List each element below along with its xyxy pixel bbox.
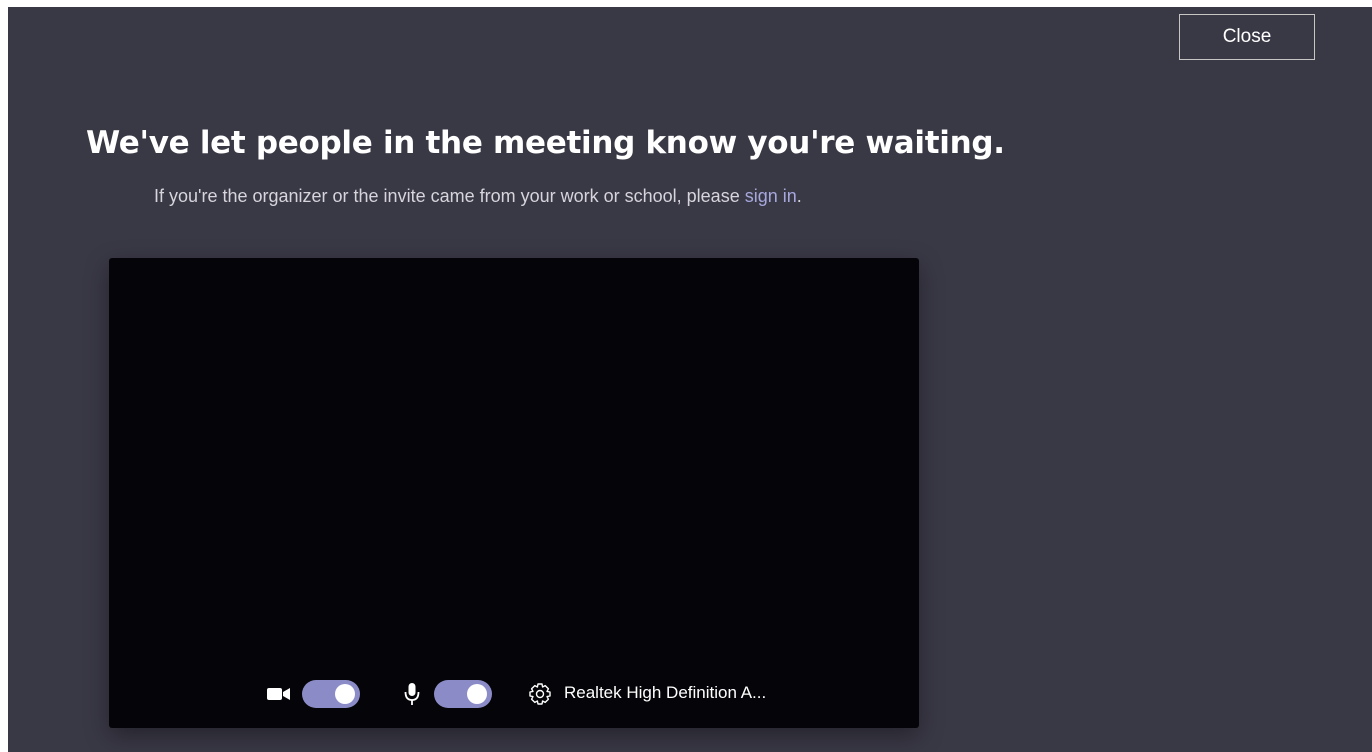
microphone-toggle-knob [467,684,487,704]
microphone-icon[interactable] [403,682,421,706]
video-preview: Realtek High Definition A... [109,258,919,728]
meeting-lobby-window: Close We've let people in the meeting kn… [8,7,1372,752]
gear-icon[interactable] [528,682,552,706]
video-camera-icon[interactable] [267,685,291,703]
microphone-toggle[interactable] [434,680,492,708]
camera-toggle-knob [335,684,355,704]
sign-in-prompt: If you're the organizer or the invite ca… [154,186,802,207]
audio-device-label[interactable]: Realtek High Definition A... [564,683,766,703]
sign-in-link[interactable]: sign in [745,186,797,206]
device-controls: Realtek High Definition A... [109,679,919,709]
camera-toggle[interactable] [302,680,360,708]
close-button[interactable]: Close [1179,14,1315,60]
sign-in-prompt-end: . [796,186,802,206]
sign-in-prompt-text: If you're the organizer or the invite ca… [154,186,745,206]
page-title: We've let people in the meeting know you… [86,125,1005,161]
